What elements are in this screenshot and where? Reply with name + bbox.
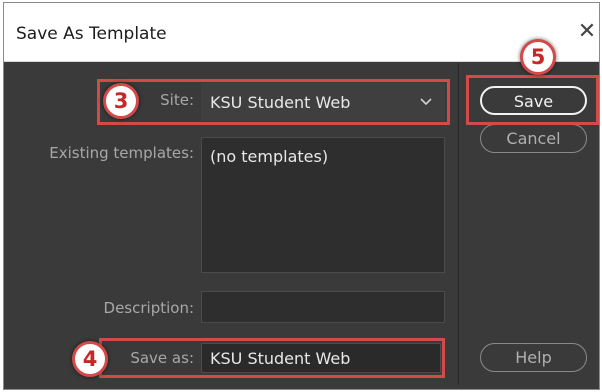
cancel-button[interactable]: Cancel	[480, 124, 587, 153]
close-icon[interactable]: ✕	[575, 19, 599, 45]
existing-templates-label: Existing templates:	[49, 144, 194, 162]
save-as-label: Save as:	[130, 349, 194, 367]
site-select[interactable]: KSU Student Web	[201, 83, 445, 121]
step-4-badge: 4	[72, 341, 108, 377]
title-bar: Save As Template ✕	[4, 3, 599, 62]
button-column-divider	[458, 63, 459, 385]
description-label: Description:	[103, 299, 194, 317]
list-item[interactable]: (no templates)	[210, 147, 328, 166]
description-field[interactable]	[201, 291, 445, 323]
site-label: Site:	[160, 91, 194, 109]
save-as-value: KSU Student Web	[210, 349, 351, 368]
existing-templates-list[interactable]: (no templates)	[201, 137, 445, 273]
save-as-field[interactable]: KSU Student Web	[201, 343, 441, 373]
step-5-badge: 5	[520, 39, 556, 75]
site-select-value: KSU Student Web	[210, 93, 351, 112]
save-as-template-dialog: Save As Template ✕ Site: KSU Student Web…	[3, 2, 600, 390]
step-3-badge: 3	[103, 83, 139, 119]
dialog-title: Save As Template	[16, 24, 167, 44]
help-button[interactable]: Help	[480, 343, 587, 372]
chevron-down-icon	[420, 98, 432, 106]
save-button[interactable]: Save	[480, 86, 587, 115]
